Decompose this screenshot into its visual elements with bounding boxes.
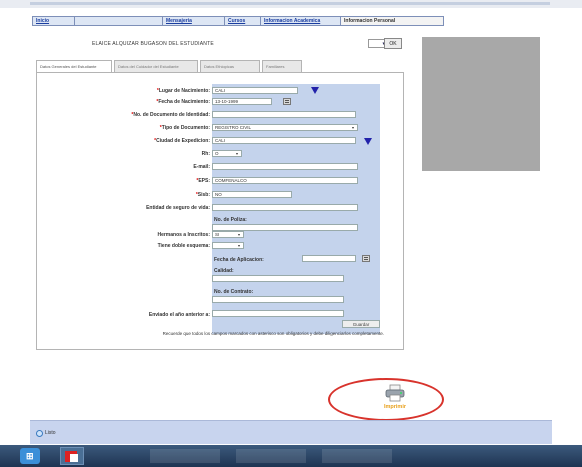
nav-inicio[interactable]: Inicio <box>33 17 75 25</box>
triangle-down-icon[interactable] <box>311 87 319 94</box>
label-enviado-ano: Enviado el año anterior a: <box>149 312 210 318</box>
ciudad-expedicion-input[interactable]: CALI <box>212 137 356 144</box>
eps-input[interactable]: COMFENALCO <box>212 177 358 184</box>
label-lugar-nacimiento-text: Lugar de Nacimiento: <box>158 88 210 94</box>
label-ciudad-expedicion-text: Ciudad de Expedicion: <box>156 138 210 144</box>
label-calidad: Calidad: <box>214 268 234 274</box>
student-selector-row: ELAICE ALQUIZAR BUGASON DEL ESTUDIANTE ▾… <box>92 38 402 50</box>
nav-cursos[interactable]: Cursos <box>225 17 261 25</box>
tab-familiares[interactable]: Familiares <box>262 60 302 72</box>
main-nav: Inicio Mensajeria Cursos Informacion Aca… <box>32 16 444 26</box>
label-hermanos-text: Hermanos a Inscritos: <box>157 232 210 238</box>
label-tipo-documento: *Tipo de Documento: <box>160 125 210 131</box>
calidad-input[interactable] <box>212 275 344 282</box>
doc-identidad-input[interactable] <box>212 111 356 118</box>
label-lugar-nacimiento: *Lugar de Nacimiento: <box>157 88 210 94</box>
label-doc-identidad-text: No. de Documento de Identidad: <box>133 112 210 118</box>
label-fecha-aplicacion: Fecha de Aplicacion: <box>214 257 264 263</box>
browser-top-bar <box>30 2 550 5</box>
label-doble-esquema-text: Tiene doble esquema: <box>157 243 210 249</box>
ok-button[interactable]: OK <box>384 38 402 49</box>
browser-status-bar: Listo <box>30 420 552 444</box>
label-rh-text: Rh: <box>201 151 210 157</box>
calendar-icon[interactable] <box>283 98 291 105</box>
label-rh: Rh: <box>202 151 210 157</box>
taskbar: ⊞ <box>0 445 582 467</box>
label-entidad-seguro-text: Entidad de seguro de vida: <box>146 205 210 211</box>
label-tipo-documento-text: Tipo de Documento: <box>161 125 210 131</box>
label-entidad-seguro: Entidad de seguro de vida: <box>146 205 210 211</box>
enviado-ano-input[interactable] <box>212 310 344 317</box>
guardar-button[interactable]: Guardar <box>342 320 380 328</box>
taskbar-app-icon[interactable] <box>60 447 84 465</box>
start-button[interactable]: ⊞ <box>20 448 40 464</box>
label-email-text: E-mail: <box>193 164 210 170</box>
tab-datos-cuidador[interactable]: Datos del Cuidador del Estudiante <box>114 60 198 72</box>
tab-bar: Datos Generales del Estudiante Datos del… <box>36 60 404 72</box>
chevron-down-icon: ▾ <box>352 125 355 130</box>
sisben-input[interactable]: NO <box>212 191 292 198</box>
tipo-documento-select[interactable]: REGISTRO CIVIL <box>212 124 358 131</box>
fecha-nacimiento-input[interactable]: 13-10-1999 <box>212 98 272 105</box>
windows-logo-icon: ⊞ <box>26 451 34 461</box>
tab-datos-generales[interactable]: Datos Generales del Estudiante <box>36 60 112 72</box>
student-name-label: ELAICE ALQUIZAR BUGASON DEL ESTUDIANTE <box>92 41 214 47</box>
label-fecha-nacimiento: *Fecha de Nacimiento: <box>156 99 210 105</box>
label-no-poliza: No. de Poliza: <box>214 217 247 223</box>
footer-note: Recuerde que todos los campos marcados c… <box>162 331 384 336</box>
label-doble-esquema: Tiene doble esquema: <box>158 243 210 249</box>
nav-informacion-personal[interactable]: Informacion Personal <box>341 17 443 25</box>
label-email: E-mail: <box>193 164 210 170</box>
label-eps: *EPS: <box>196 178 210 184</box>
taskbar-item[interactable] <box>150 449 220 463</box>
label-doc-identidad: *No. de Documento de Identidad: <box>131 112 210 118</box>
lugar-nacimiento-input[interactable]: CALI <box>212 87 298 94</box>
highlight-ellipse <box>328 378 444 421</box>
fecha-aplicacion-input[interactable] <box>302 255 356 262</box>
taskbar-item[interactable] <box>236 449 306 463</box>
email-input[interactable] <box>212 163 358 170</box>
no-contrato-input[interactable] <box>212 296 344 303</box>
label-sisben: *Sisb: <box>196 192 210 198</box>
status-indicator: Listo <box>36 428 66 438</box>
entidad-seguro-input[interactable] <box>212 204 358 211</box>
label-no-contrato: No. de Contrato: <box>214 289 254 295</box>
chevron-down-icon: ▾ <box>238 232 241 237</box>
browser-top-band <box>0 0 582 8</box>
calendar-icon[interactable] <box>362 255 370 262</box>
label-sisben-text: Sisb: <box>197 192 210 198</box>
nav-blank[interactable] <box>75 17 163 25</box>
triangle-down-icon[interactable] <box>364 138 372 145</box>
label-fecha-nacimiento-text: Fecha de Nacimiento: <box>158 99 210 105</box>
chevron-down-icon: ▾ <box>238 243 241 248</box>
student-photo <box>422 37 540 171</box>
status-text: Listo <box>45 430 56 436</box>
label-hermanos: Hermanos a Inscritos: <box>157 232 210 238</box>
label-enviado-ano-text: Enviado el año anterior a: <box>148 312 210 318</box>
no-poliza-input[interactable] <box>212 224 358 231</box>
globe-icon <box>36 429 43 437</box>
tab-datos-ethiopicas[interactable]: Datos Ethiopicas <box>200 60 260 72</box>
taskbar-item[interactable] <box>322 449 392 463</box>
label-eps-text: EPS: <box>198 178 210 184</box>
chevron-down-icon: ▾ <box>236 151 239 156</box>
nav-mensajeria[interactable]: Mensajeria <box>163 17 225 25</box>
nav-informacion-academica[interactable]: Informacion Academica <box>261 17 341 25</box>
label-ciudad-expedicion: *Ciudad de Expedicion: <box>154 138 210 144</box>
